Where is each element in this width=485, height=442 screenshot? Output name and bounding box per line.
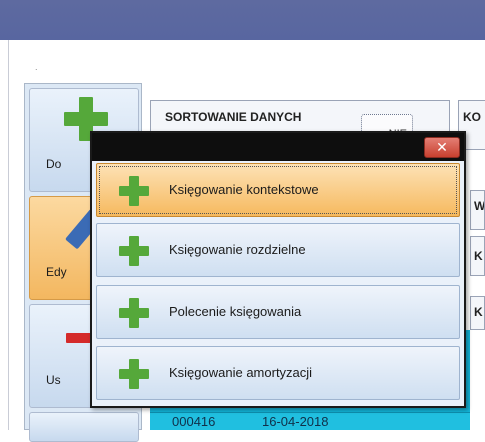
sort-title: SORTOWANIE DANYCH bbox=[165, 110, 302, 124]
sidebar-item-next[interactable] bbox=[29, 412, 139, 442]
menu-item-label: Księgowanie amortyzacji bbox=[169, 365, 313, 380]
close-icon: ✕ bbox=[436, 139, 448, 155]
clipped-label-k1: K bbox=[470, 236, 485, 276]
plus-icon bbox=[119, 176, 149, 206]
popup-header: ✕ bbox=[92, 133, 464, 161]
cell-id: 000416 bbox=[172, 414, 216, 429]
menu-item-label: Księgowanie kontekstowe bbox=[169, 182, 319, 197]
posting-popup-menu: ✕ Księgowanie kontekstowe Księgowanie ro… bbox=[90, 131, 466, 408]
menu-item-label: Polecenie księgowania bbox=[169, 304, 302, 319]
plus-icon bbox=[119, 298, 149, 328]
plus-icon bbox=[119, 359, 149, 389]
window-title-bar bbox=[0, 0, 485, 40]
right-clipped-panels: WI K K bbox=[470, 0, 485, 430]
menu-item-label: Księgowanie rozdzielne bbox=[169, 242, 306, 257]
clipped-label-wi: WI bbox=[470, 190, 485, 230]
plus-icon bbox=[119, 236, 149, 266]
table-row[interactable]: 000416 16-04-2018 bbox=[150, 412, 470, 430]
menu-item-ksiegowanie-amortyzacji[interactable]: Księgowanie amortyzacji bbox=[96, 346, 460, 400]
menu-item-ksiegowanie-kontekstowe[interactable]: Księgowanie kontekstowe bbox=[96, 163, 460, 217]
clipped-label-k2: K bbox=[470, 296, 485, 330]
cell-date: 16-04-2018 bbox=[262, 414, 329, 429]
menu-item-polecenie-ksiegowania[interactable]: Polecenie księgowania bbox=[96, 285, 460, 339]
close-button[interactable]: ✕ bbox=[424, 137, 460, 158]
window-dot: . bbox=[35, 62, 38, 72]
menu-item-ksiegowanie-rozdzielne[interactable]: Księgowanie rozdzielne bbox=[96, 223, 460, 277]
